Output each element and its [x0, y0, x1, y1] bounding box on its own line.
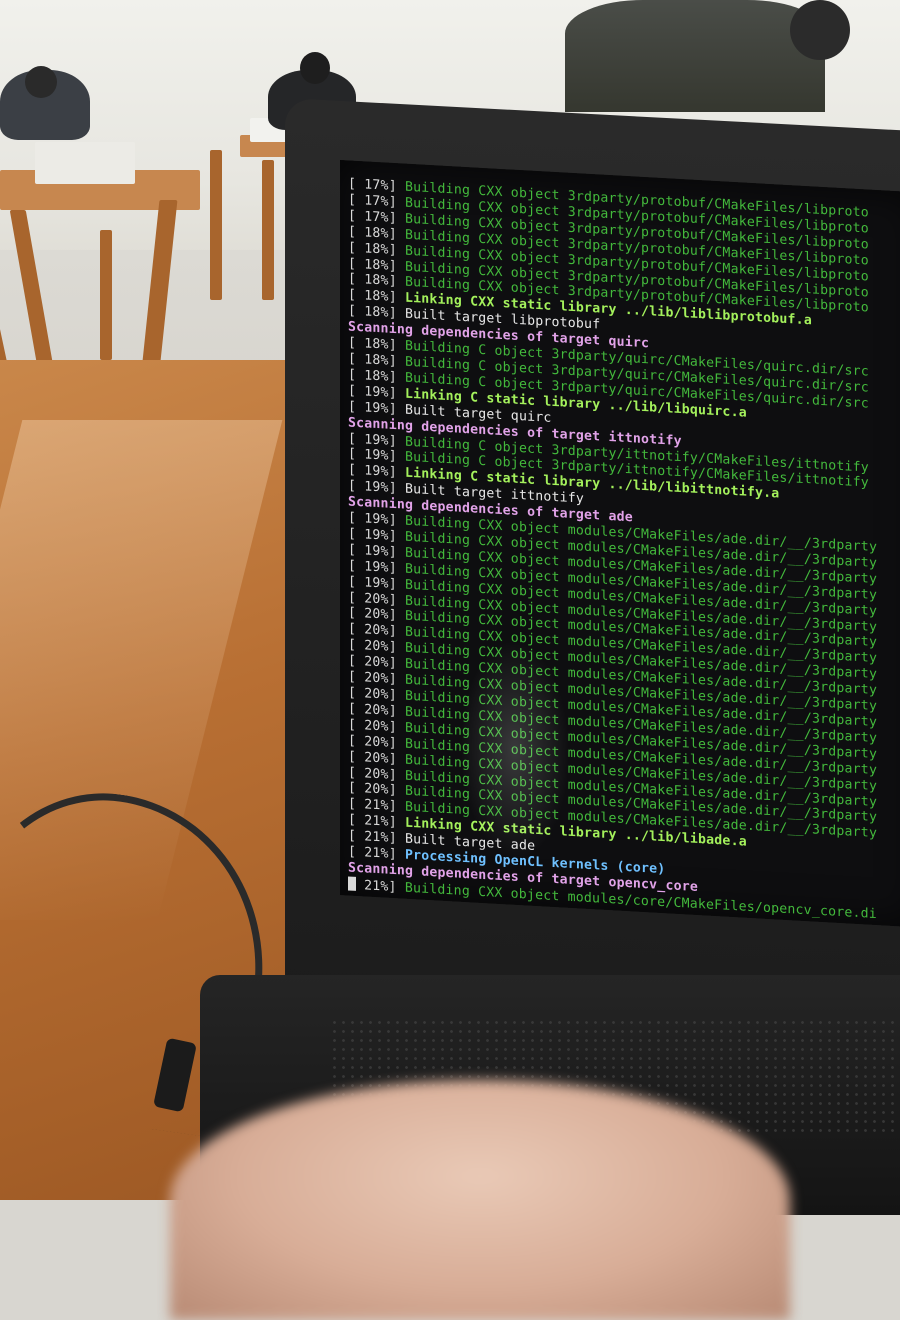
progress-percent: [ 19%]	[348, 383, 397, 401]
progress-percent: [ 20%]	[348, 653, 397, 672]
progress-percent: [ 19%]	[348, 510, 397, 529]
progress-percent: [ 20%]	[348, 764, 397, 783]
progress-percent: [ 18%]	[348, 240, 397, 258]
progress-percent: [ 18%]	[348, 303, 397, 322]
progress-percent: [ 19%]	[348, 478, 397, 497]
progress-percent: [ 19%]	[348, 558, 397, 576]
chair-frame	[100, 230, 112, 360]
progress-percent: [ 19%]	[348, 430, 397, 449]
progress-percent: [ 20%]	[348, 749, 397, 767]
progress-percent: [ 19%]	[348, 542, 397, 561]
progress-percent-text: 21%]	[356, 877, 397, 896]
laptop-screen: [ 17%] Building CXX object 3rdparty/prot…	[340, 160, 900, 928]
student-hoodie	[565, 0, 825, 112]
progress-percent: [ 20%]	[348, 637, 397, 656]
progress-percent: [ 17%]	[348, 192, 397, 211]
screen-glare	[460, 636, 570, 863]
progress-percent: [ 18%]	[348, 335, 397, 354]
progress-percent: [ 20%]	[348, 717, 397, 735]
progress-percent: [ 18%]	[348, 351, 397, 370]
progress-percent: [ 20%]	[348, 701, 397, 720]
progress-percent: [ 20%]	[348, 605, 397, 624]
progress-percent: [ 21%]	[348, 812, 397, 831]
progress-percent: [ 20%]	[348, 590, 397, 608]
terminal-output: [ 17%] Building CXX object 3rdparty/prot…	[348, 176, 900, 925]
progress-percent: [ 20%]	[348, 780, 397, 799]
progress-percent: [ 18%]	[348, 367, 397, 386]
progress-percent: [ 18%]	[348, 224, 397, 242]
progress-percent: [ 20%]	[348, 685, 397, 704]
student	[790, 0, 850, 60]
student	[25, 66, 57, 98]
progress-percent: [ 20%]	[348, 733, 397, 751]
progress-percent: [ 21%]	[348, 844, 397, 863]
progress-percent: [ 21%]	[348, 828, 397, 847]
book-stack	[35, 142, 135, 184]
chair-frame	[210, 150, 222, 300]
progress-percent: [ 20%]	[348, 621, 397, 640]
progress-percent: [ 19%]	[348, 462, 397, 481]
progress-percent: [ 17%]	[348, 176, 397, 195]
chair-frame	[262, 160, 274, 300]
progress-percent: [ 18%]	[348, 287, 397, 306]
progress-percent: [ 18%]	[348, 255, 397, 274]
progress-percent: [ 19%]	[348, 399, 397, 417]
student	[300, 52, 330, 84]
progress-percent: [ 17%]	[348, 208, 397, 226]
thumb-blur	[170, 1080, 790, 1320]
progress-percent: 21%]	[348, 876, 397, 896]
progress-percent: [ 19%]	[348, 526, 397, 545]
progress-percent: [ 20%]	[348, 669, 397, 688]
terminal-cursor	[348, 876, 356, 891]
progress-percent: [ 19%]	[348, 574, 397, 592]
